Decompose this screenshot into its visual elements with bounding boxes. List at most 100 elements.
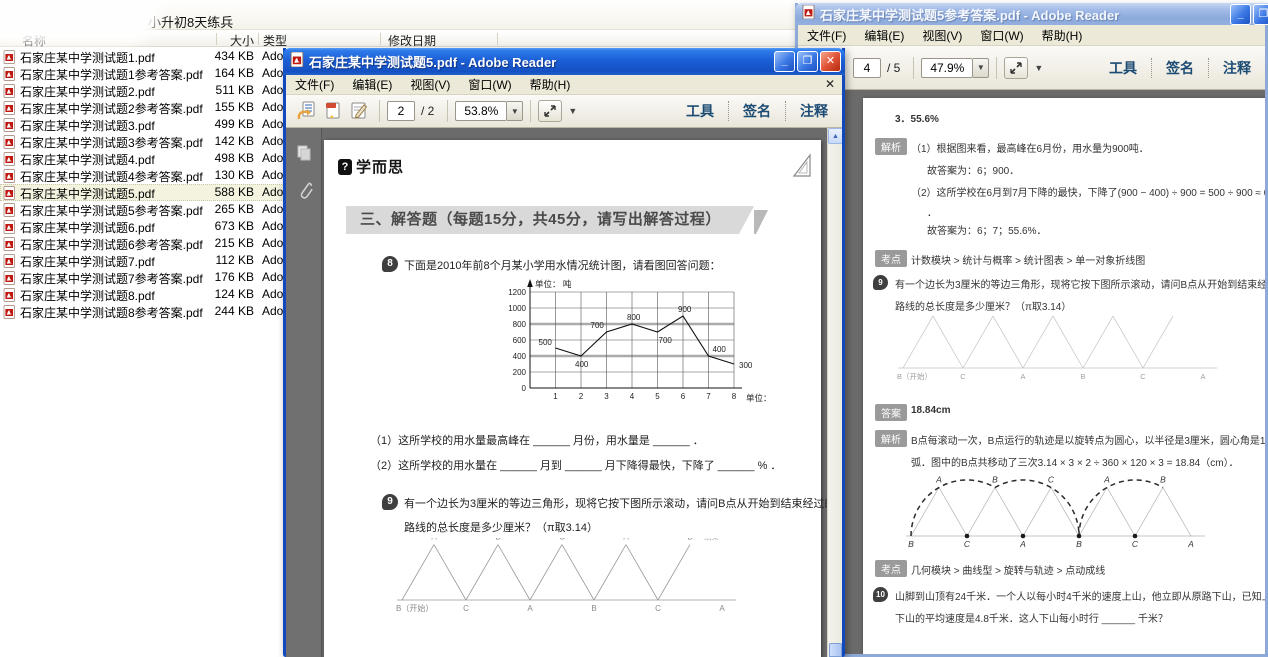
brand-mark-icon: ? (338, 159, 352, 175)
menu-item[interactable]: 编辑(E) (855, 27, 913, 44)
file-size: 673 KB (210, 219, 254, 233)
create-pdf-icon[interactable] (320, 100, 346, 122)
scroll-up-arrow[interactable]: ▲ (828, 128, 842, 144)
toolbar-more-button[interactable]: ▼ (568, 106, 577, 116)
file-size: 124 KB (210, 287, 254, 301)
file-name: 石家庄某中学测试题4.pdf (20, 151, 216, 168)
page-number-input[interactable]: 2 (387, 101, 415, 121)
scrollbar-thumb[interactable] (829, 643, 842, 657)
file-name: 石家庄某中学测试题8参考答案.pdf (20, 304, 216, 321)
attachments-paperclip-icon[interactable] (295, 180, 313, 207)
menu-item[interactable]: 窗口(W) (971, 27, 1032, 44)
column-header-name[interactable]: 名称 (22, 32, 46, 49)
section-banner: 三、解答题（每题15分，共45分，请写出解答过程） (346, 206, 754, 234)
answer-9-value: 18.84cm (911, 405, 950, 416)
file-row[interactable]: 石家庄某中学测试题7参考答案.pdf176 KBAdo (0, 269, 300, 286)
svg-text:单位： 吨: 单位： 吨 (535, 279, 572, 289)
menu-item[interactable]: 窗口(W) (459, 76, 520, 93)
menu-item[interactable]: 文件(F) (798, 27, 855, 44)
page-number-input[interactable]: 4 (853, 58, 881, 78)
analysis-text: 故答案为：6；7；55.6%． (927, 222, 1046, 237)
file-row[interactable]: 石家庄某中学测试题2.pdf511 KBAdo (0, 82, 300, 99)
svg-text:4: 4 (630, 392, 635, 401)
menu-item[interactable]: 编辑(E) (343, 76, 401, 93)
file-row[interactable]: 石家庄某中学测试题8.pdf124 KBAdo (0, 286, 300, 303)
page-thumbnails-icon[interactable] (295, 144, 313, 167)
tools-panel-button[interactable]: 工具 (672, 101, 728, 121)
file-row[interactable]: 石家庄某中学测试题4.pdf498 KBAdo (0, 150, 300, 167)
title-bar[interactable]: 石家庄某中学测试题5参考答案.pdf - Adobe Reader _ ❐ (795, 3, 1268, 25)
file-size: 215 KB (210, 236, 254, 250)
document-close-icon[interactable]: ✕ (825, 77, 835, 91)
file-row[interactable]: 石家庄某中学测试题1.pdf434 KBAdo (0, 48, 300, 65)
point-trajectory-diagram: ABCABBCABCA (897, 470, 1227, 558)
fit-page-button[interactable] (1004, 57, 1028, 79)
svg-text:0: 0 (522, 384, 527, 393)
previous-view-icon[interactable] (294, 100, 320, 122)
maximize-button[interactable]: ❐ (797, 51, 818, 72)
menu-item[interactable]: 文件(F) (286, 76, 343, 93)
column-divider[interactable] (258, 33, 259, 45)
file-row[interactable]: 石家庄某中学测试题5.pdf588 KBAdo (0, 184, 300, 201)
svg-text:A: A (1020, 372, 1025, 381)
menu-item[interactable]: 视图(V) (401, 76, 459, 93)
minimize-button[interactable]: _ (1230, 4, 1251, 25)
svg-text:700: 700 (591, 321, 605, 330)
close-button[interactable]: ✕ (820, 51, 841, 72)
tools-panel-button[interactable]: 工具 (1095, 58, 1151, 78)
vertical-scrollbar[interactable]: ▲ (827, 128, 842, 657)
fit-page-button[interactable] (538, 100, 562, 122)
file-row[interactable]: 石家庄某中学测试题1参考答案.pdf164 KBAdo (0, 65, 300, 82)
zoom-dropdown-button[interactable]: ▼ (507, 101, 523, 121)
column-header-size[interactable]: 大小 (218, 32, 254, 49)
file-row[interactable]: 石家庄某中学测试题6.pdf673 KBAdo (0, 218, 300, 235)
svg-text:3: 3 (604, 392, 609, 401)
svg-text:800: 800 (513, 320, 527, 329)
menu-item[interactable]: 帮助(H) (521, 76, 580, 93)
maximize-button[interactable]: ❐ (1253, 4, 1268, 25)
file-size: 130 KB (210, 168, 254, 182)
column-header-date[interactable]: 修改日期 (388, 32, 436, 49)
toolbar-more-button[interactable]: ▼ (1034, 63, 1043, 73)
navigation-panel (286, 128, 322, 657)
file-row[interactable]: 石家庄某中学测试题8参考答案.pdf244 KBAdo (0, 303, 300, 320)
menu-item[interactable]: 帮助(H) (1033, 27, 1092, 44)
zoom-level-input[interactable]: 47.9% (921, 58, 973, 78)
file-name: 石家庄某中学测试题7.pdf (20, 253, 216, 270)
svg-text:C: C (463, 604, 469, 613)
breadcrumb[interactable]: 小升初8天练兵 (148, 12, 233, 31)
svg-text:400: 400 (713, 345, 727, 354)
question-8-text: 下面是2010年前8个月某小学用水情况统计图，请看图回答问题： (404, 257, 721, 273)
file-row[interactable]: 石家庄某中学测试题3参考答案.pdf142 KBAdo (0, 133, 300, 150)
menu-item[interactable]: 视图(V) (913, 27, 971, 44)
zoom-dropdown-button[interactable]: ▼ (973, 58, 989, 78)
column-header-type[interactable]: 类型 (263, 32, 287, 49)
file-row[interactable]: 石家庄某中学测试题3.pdf499 KBAdo (0, 116, 300, 133)
pdf-page-test: ? 学而思 三、解答题（每题15分，共45分，请写出解答过程） 8 下面是201… (324, 140, 821, 657)
sign-panel-button[interactable]: 签名 (729, 101, 785, 121)
file-row[interactable]: 石家庄某中学测试题5参考答案.pdf265 KBAdo (0, 201, 300, 218)
minimize-button[interactable]: _ (774, 51, 795, 72)
file-row[interactable]: 石家庄某中学测试题2参考答案.pdf155 KBAdo (0, 99, 300, 116)
column-divider[interactable] (497, 33, 498, 45)
file-row[interactable]: 石家庄某中学测试题7.pdf112 KBAdo (0, 252, 300, 269)
title-bar[interactable]: 石家庄某中学测试题5.pdf - Adobe Reader _ ❐ ✕ (283, 48, 845, 75)
column-divider[interactable] (216, 33, 217, 45)
file-name: 石家庄某中学测试题2参考答案.pdf (20, 100, 216, 117)
question-10-text: 下山的平均速度是4.8千米．这人下山每小时行 ______ 千米？ (895, 610, 1168, 625)
question-8-blank-1: （1）这所学校的用水量最高峰在 ______ 月份，用水量是 ______ ． (370, 432, 704, 448)
file-row[interactable]: 石家庄某中学测试题6参考答案.pdf215 KBAdo (0, 235, 300, 252)
column-divider[interactable] (380, 33, 381, 45)
zoom-level-input[interactable]: 53.8% (455, 101, 507, 121)
file-row[interactable]: 石家庄某中学测试题4参考答案.pdf130 KBAdo (0, 167, 300, 184)
analysis-text: 故答案为：6；900． (927, 162, 1019, 177)
svg-text:7: 7 (706, 392, 711, 401)
sign-document-icon[interactable] (346, 100, 372, 122)
svg-text:单位： 月: 单位： 月 (746, 393, 772, 403)
file-size: 265 KB (210, 202, 254, 216)
comment-panel-button[interactable]: 注释 (1209, 58, 1265, 78)
sign-panel-button[interactable]: 签名 (1152, 58, 1208, 78)
banner-shadow (754, 210, 768, 234)
svg-text:400: 400 (575, 360, 589, 369)
comment-panel-button[interactable]: 注释 (786, 101, 842, 121)
